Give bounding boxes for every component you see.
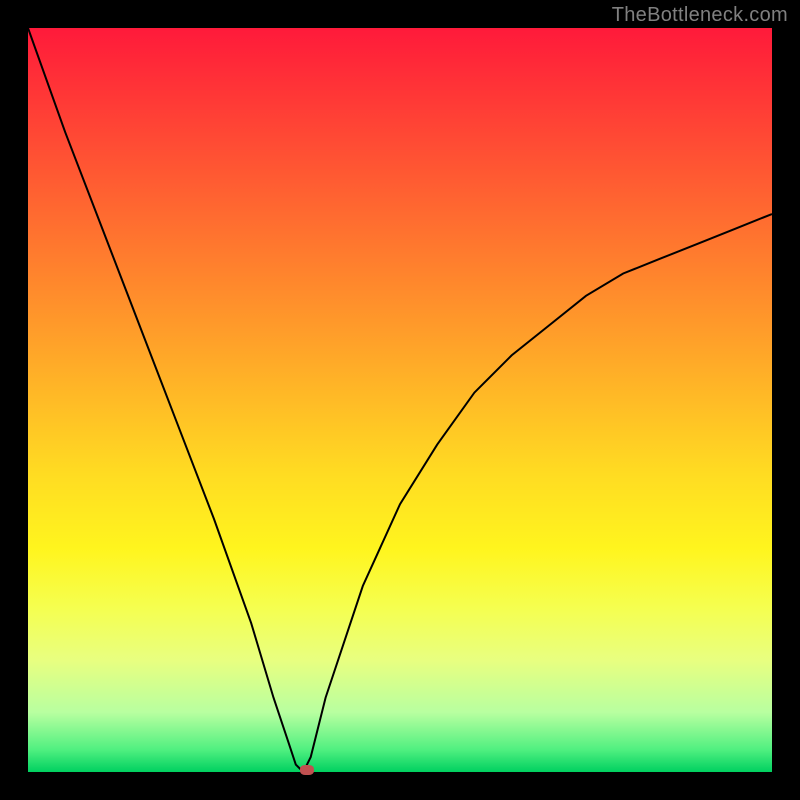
chart-frame: TheBottleneck.com — [0, 0, 800, 800]
bottleneck-curve — [28, 28, 772, 772]
curve-path — [28, 28, 772, 772]
watermark-text: TheBottleneck.com — [612, 4, 788, 27]
minimum-marker — [300, 765, 314, 775]
